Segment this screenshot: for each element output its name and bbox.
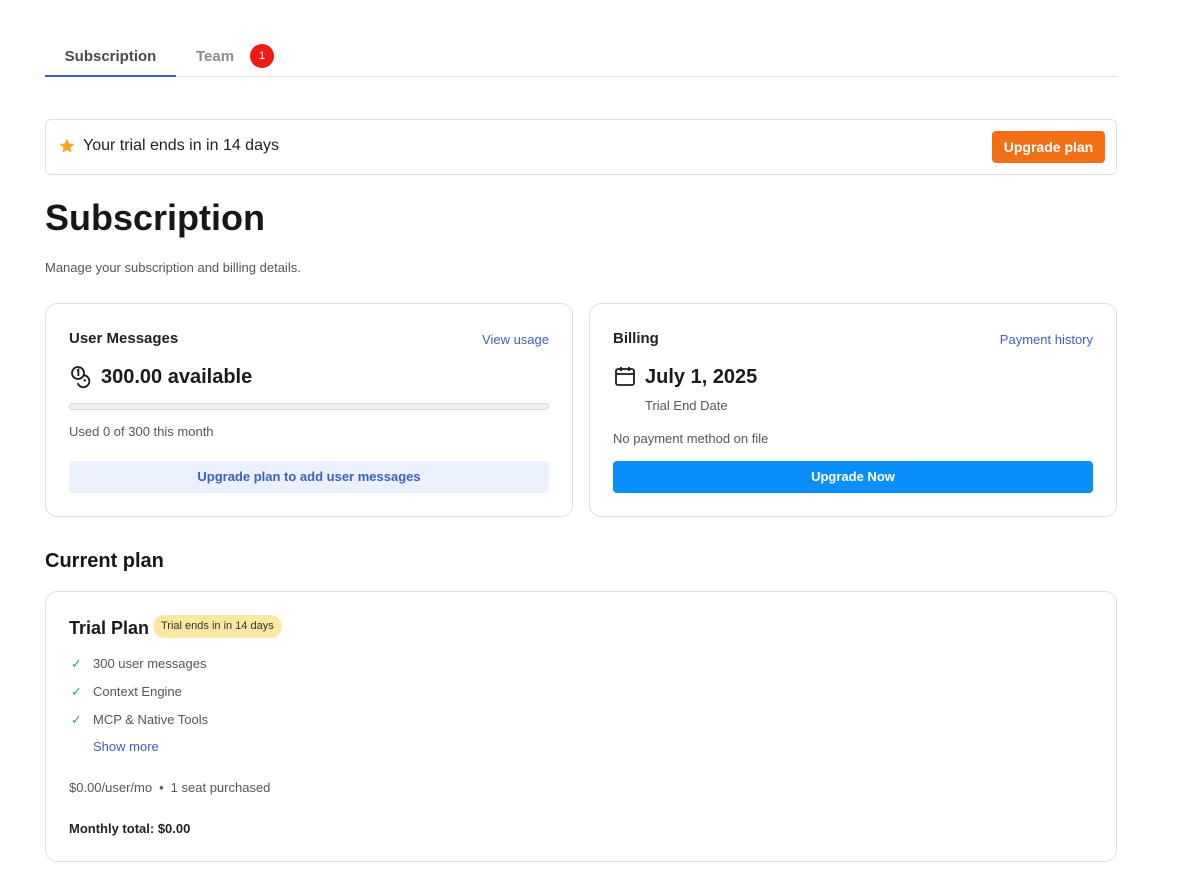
show-more-link[interactable]: Show more	[93, 739, 159, 754]
tab-subscription[interactable]: Subscription	[45, 38, 176, 77]
view-usage-link[interactable]: View usage	[482, 332, 549, 347]
page-subtitle: Manage your subscription and billing det…	[45, 260, 301, 275]
upgrade-messages-button[interactable]: Upgrade plan to add user messages	[69, 461, 549, 493]
billing-card: Billing Payment history July 1, 2025 Tri…	[589, 303, 1117, 517]
feature-item: ✓ MCP & Native Tools	[71, 712, 208, 728]
feature-label: 300 user messages	[93, 656, 207, 671]
current-plan-card: Trial Plan Trial ends in in 14 days ✓ 300…	[45, 591, 1117, 862]
trial-status-badge: Trial ends in in 14 days	[153, 615, 282, 638]
separator-dot: •	[159, 780, 164, 795]
check-icon: ✓	[71, 684, 82, 699]
trial-end-date: July 1, 2025	[645, 366, 758, 388]
price-line: $0.00/user/mo • 1 seat purchased	[69, 780, 270, 795]
coins-icon	[71, 366, 91, 388]
billing-title: Billing	[613, 330, 659, 347]
monthly-total: Monthly total: $0.00	[69, 821, 191, 836]
upgrade-plan-button[interactable]: Upgrade plan	[992, 131, 1105, 163]
upgrade-now-button[interactable]: Upgrade Now	[613, 461, 1093, 493]
trial-banner: Your trial ends in in 14 days Upgrade pl…	[45, 119, 1117, 175]
team-notification-badge: 1	[250, 44, 274, 68]
trial-banner-text: Your trial ends in in 14 days	[83, 137, 279, 154]
messages-available: 300.00 available	[101, 366, 253, 388]
check-icon: ✓	[71, 712, 82, 727]
page-title: Subscription	[45, 197, 266, 238]
price-per-user: $0.00/user/mo	[69, 780, 153, 795]
trial-end-date-label: Trial End Date	[645, 398, 728, 413]
feature-item: ✓ 300 user messages	[71, 656, 206, 672]
feature-label: MCP & Native Tools	[93, 712, 209, 727]
feature-item: ✓ Context Engine	[71, 684, 182, 700]
payment-history-link[interactable]: Payment history	[1000, 332, 1093, 347]
star-icon	[59, 138, 75, 153]
feature-label: Context Engine	[93, 684, 182, 699]
usage-progress-bar	[69, 403, 549, 410]
plan-name: Trial Plan	[69, 618, 150, 638]
usage-text: Used 0 of 300 this month	[69, 424, 214, 439]
check-icon: ✓	[71, 656, 82, 671]
payment-method-status: No payment method on file	[613, 431, 769, 446]
tab-bar: Subscription Team 1	[45, 38, 1117, 77]
calendar-icon	[615, 367, 635, 386]
user-messages-card: User Messages View usage 300.00 availabl…	[45, 303, 573, 517]
user-messages-title: User Messages	[69, 330, 179, 347]
tab-team[interactable]: Team	[196, 38, 234, 77]
current-plan-heading: Current plan	[45, 550, 164, 572]
seats-purchased: 1 seat purchased	[170, 780, 271, 795]
